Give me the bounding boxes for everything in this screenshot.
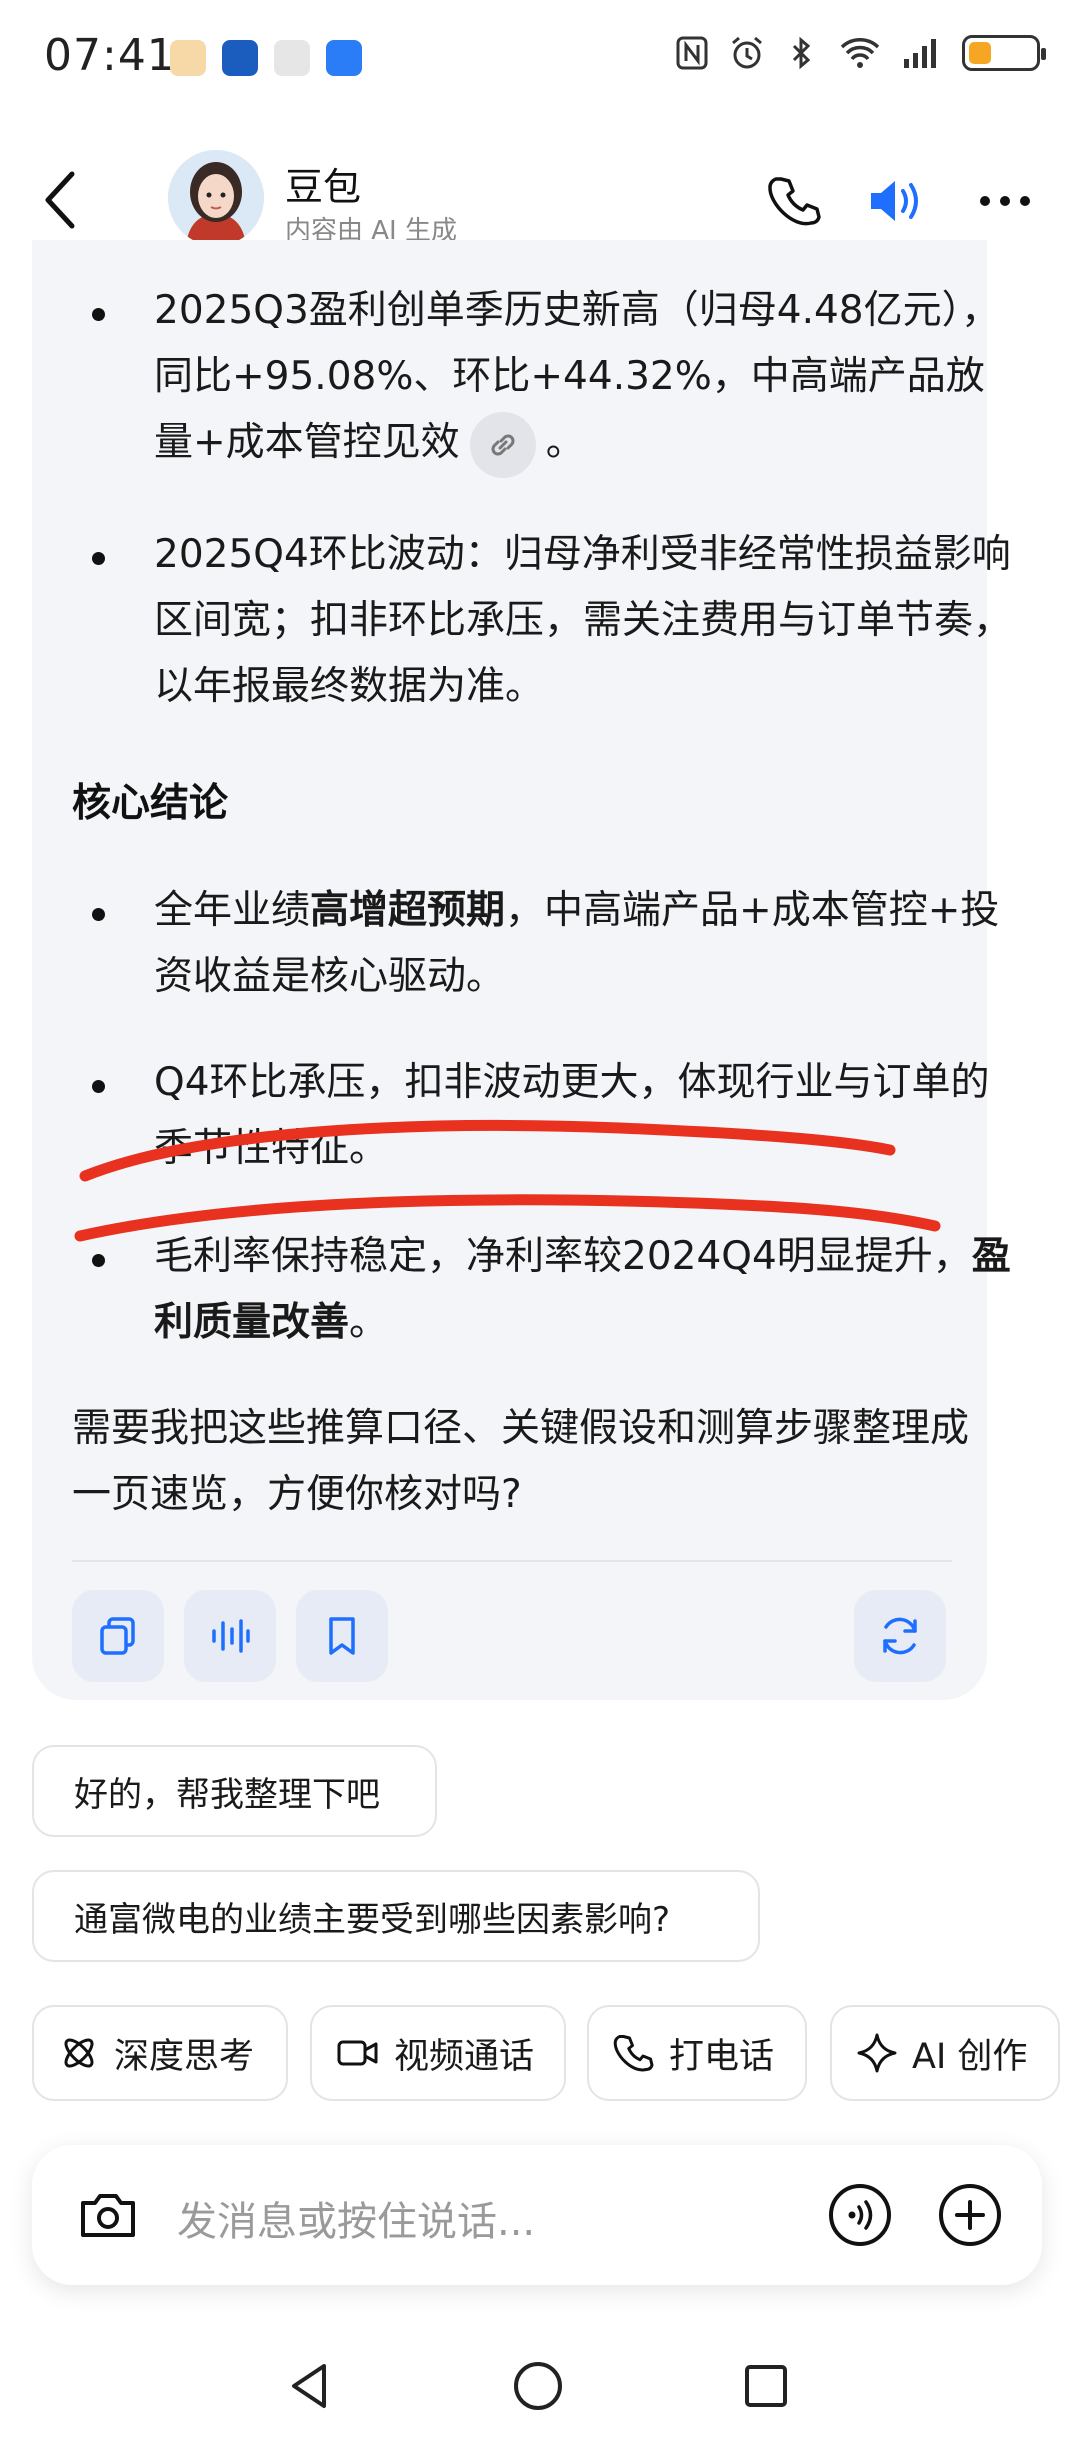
nav-home-button[interactable] [498,2346,578,2426]
ai-create-button[interactable]: AI 创作 [830,2005,1060,2101]
speaker-button[interactable] [860,166,930,236]
list-item-segment: 。 [349,1300,389,1345]
regenerate-button[interactable] [854,1590,946,1682]
plus-icon [939,2184,1001,2246]
list-item-text: 毛利率保持稳定，净利率较2024Q4明显提升，盈利质量改善。 [154,1224,1014,1356]
list-item-bold-segment: 高增超预期 [310,888,506,933]
assistant-message-card: 2025Q3盈利创单季历史新高（归母4.48亿元），同比+95.08%、环比+4… [32,240,1012,1700]
app-notification-icon [326,40,362,76]
battery-level [969,42,991,64]
avatar[interactable] [168,150,264,246]
chat-screen: 07:41 豆包 内容由 AI 生成 2025Q3盈利创单季历史新高（归母4.4… [0,0,1080,2440]
speaker-icon [871,181,918,221]
sparkle-icon [857,2033,897,2073]
source-link-button[interactable] [469,411,536,478]
status-time: 07:41 [44,30,176,81]
more-horizontal-icon [980,196,1030,206]
quick-action-label: 深度思考 [114,2036,255,2077]
list-item-text: 全年业绩高增超预期，中高端产品+成本管控+投资收益是核心驱动。 [154,878,1014,1010]
closing-question: 需要我把这些推算口径、关键假设和测算步骤整理成一页速览，方便你核对吗? [72,1406,970,1517]
section-title: 核心结论 [72,781,229,826]
app-notification-icon [222,40,258,76]
voice-wave-icon [829,2184,891,2246]
copy-icon [100,1617,135,1655]
nav-back-button[interactable] [270,2346,350,2426]
voice-icon [212,1619,250,1653]
app-notification-icon [274,40,310,76]
wifi-icon [840,38,880,68]
notification-icons [170,40,362,76]
nfc-icon [676,36,708,70]
list-item-segment: 毛利率保持稳定，净利率较2024Q4明显提升， [154,1234,972,1279]
bluetooth-icon [792,36,811,70]
suggestion-chip[interactable]: 好的，帮我整理下吧 [32,1745,437,1837]
list-item-text: 2025Q3盈利创单季历史新高（归母4.48亿元），同比+95.08%、环比+4… [154,278,1014,478]
divider [72,1560,952,1562]
chevron-left-icon [45,171,75,229]
bullet-dot [92,552,105,565]
quick-action-label: 视频通话 [394,2036,535,2077]
suggestion-chip[interactable]: 通富微电的业绩主要受到哪些因素影响? [32,1870,760,1962]
message-input-bar: 发消息或按住说话... [32,2145,1042,2285]
bullet-dot [92,308,105,321]
triangle-back-icon [292,2364,326,2408]
status-indicators [674,34,1046,72]
phone-icon [768,177,821,226]
copy-button[interactable] [72,1590,164,1682]
bullet-dot [92,1080,105,1093]
bot-name: 豆包 [285,165,362,209]
bookmark-icon [329,1617,355,1655]
regenerate-icon [883,1617,917,1655]
deep-thinking-button[interactable]: 深度思考 [32,2005,288,2101]
alarm-icon [732,36,762,69]
message-input[interactable]: 发消息或按住说话... [177,2189,535,2247]
bullet-dot [92,1254,105,1267]
status-bar: 07:41 [0,0,1080,120]
link-icon [491,434,515,455]
quick-action-label: 打电话 [669,2036,775,2077]
system-nav-bar [0,2330,1080,2440]
circle-home-icon [514,2362,562,2410]
battery-icon [962,35,1046,71]
phone-call-button[interactable]: 打电话 [587,2005,807,2101]
list-item-text: Q4环比承压，扣非波动更大，体现行业与订单的季节性特征。 [154,1060,990,1171]
list-item-segment: 全年业绩 [154,888,311,933]
phone-icon [613,2035,654,2072]
add-button[interactable] [932,2177,1008,2253]
square-recents-icon [745,2365,787,2407]
camera-icon [81,2194,135,2237]
quick-action-label: AI 创作 [912,2036,1028,2077]
avatar-image [168,150,264,246]
list-item-segment: 。 [545,420,585,465]
app-notification-icon [170,40,206,76]
nav-recents-button[interactable] [726,2346,806,2426]
signal-icon [904,39,936,68]
atom-icon [64,2038,94,2068]
video-icon [337,2040,378,2066]
video-call-button[interactable]: 视频通话 [310,2005,566,2101]
camera-button[interactable] [70,2177,146,2253]
list-item-text: 2025Q4环比波动：归母净利受非经常性损益影响区间宽；扣非环比承压，需关注费用… [154,532,1013,709]
call-button[interactable] [760,166,830,236]
voice-call-button[interactable] [822,2177,898,2253]
back-button[interactable] [40,160,96,240]
read-aloud-button[interactable] [184,1590,276,1682]
bullet-dot [92,908,105,921]
more-button[interactable] [970,166,1040,236]
bookmark-button[interactable] [296,1590,388,1682]
